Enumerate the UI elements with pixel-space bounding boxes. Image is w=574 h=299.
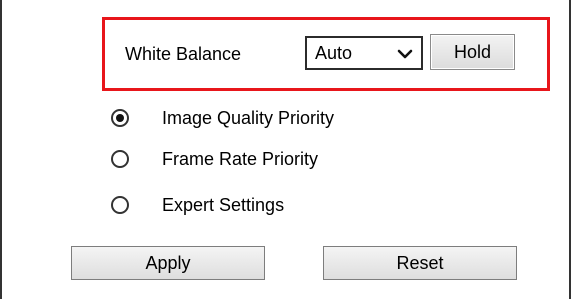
white-balance-select[interactable]: Auto <box>305 36 423 70</box>
radio-button-expert-settings[interactable] <box>111 196 129 214</box>
hold-button[interactable]: Hold <box>430 34 515 70</box>
settings-panel: White Balance Auto Hold Image Quality Pr… <box>0 0 571 299</box>
radio-button-frame-rate[interactable] <box>111 150 129 168</box>
radio-button-image-quality[interactable] <box>111 109 129 127</box>
reset-button[interactable]: Reset <box>323 246 517 280</box>
radio-label-frame-rate: Frame Rate Priority <box>162 149 319 169</box>
white-balance-label: White Balance <box>125 44 242 64</box>
white-balance-select-value: Auto <box>315 43 353 63</box>
radio-label-expert-settings: Expert Settings <box>162 195 285 215</box>
apply-button[interactable]: Apply <box>71 246 265 280</box>
radio-label-image-quality: Image Quality Priority <box>162 108 335 128</box>
chevron-down-icon <box>397 49 413 59</box>
